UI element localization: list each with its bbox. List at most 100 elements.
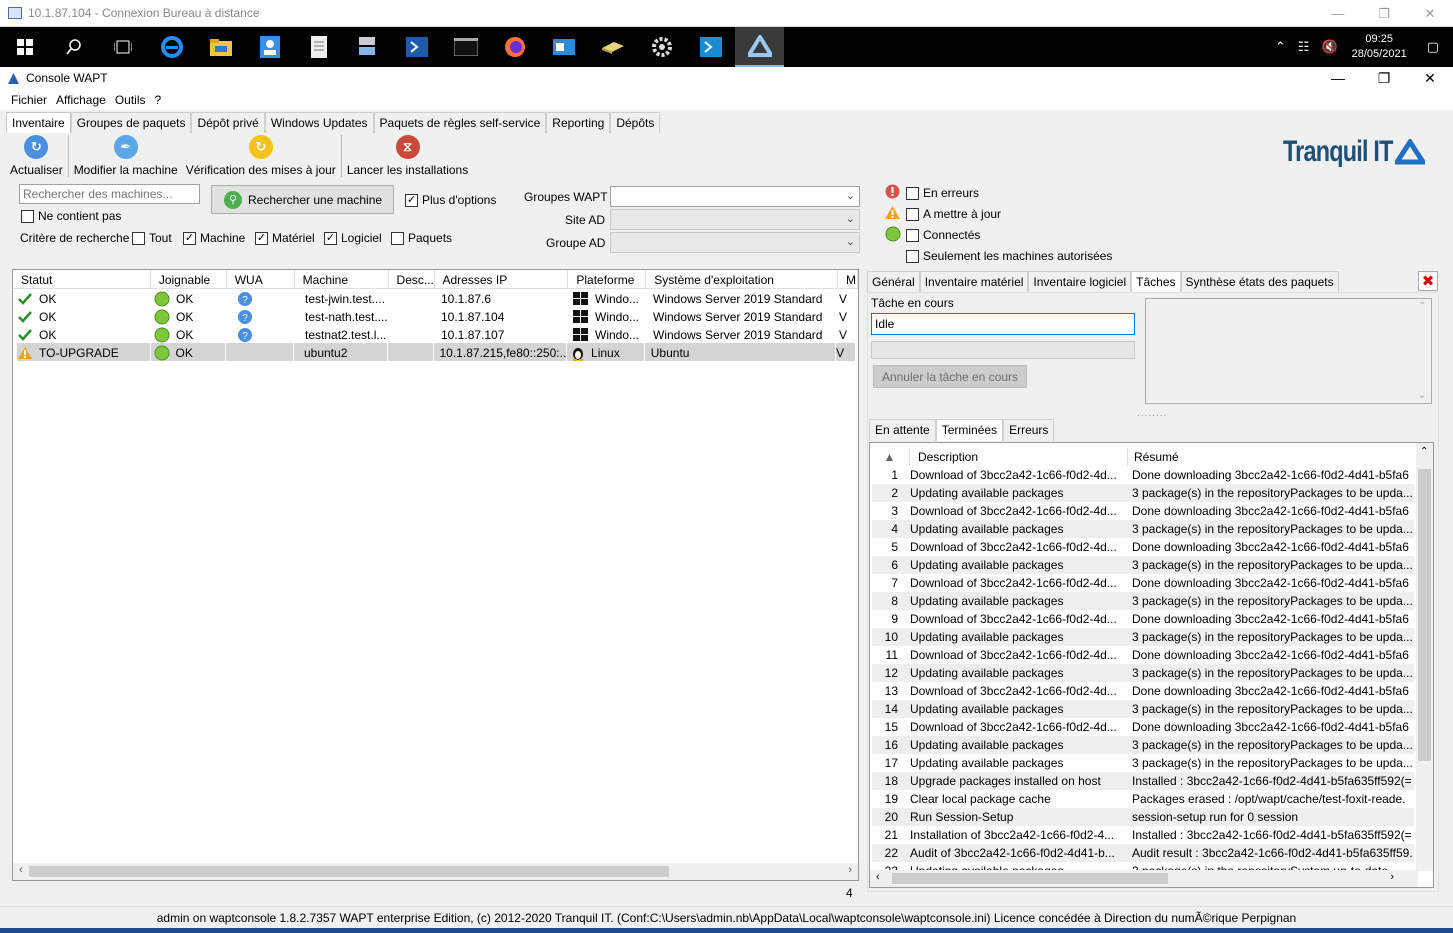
tab-groupes-de-paquets[interactable]: Groupes de paquets	[70, 112, 192, 133]
group-ad-combo[interactable]: ⌄	[610, 232, 860, 253]
scrollbar-thumb[interactable]	[29, 866, 669, 877]
task-row[interactable]: 13 Download of 3bcc2a42-1c66-f0d2-4d... Do…	[872, 682, 1414, 700]
search-icon[interactable]	[49, 27, 98, 67]
firefox-icon[interactable]	[490, 27, 539, 67]
file-explorer-icon[interactable]	[196, 27, 245, 67]
chevron-left-icon[interactable]: ‹	[876, 871, 880, 883]
tab-self-service[interactable]: Paquets de règles self-service	[373, 112, 547, 133]
command-prompt-icon[interactable]	[441, 27, 490, 67]
tab-done[interactable]: Terminées	[935, 419, 1004, 441]
search-machine-button[interactable]: ⚲ Rechercher une machine	[211, 185, 394, 214]
site-ad-combo[interactable]: ⌄	[610, 209, 860, 230]
authorized-only-checkbox[interactable]: Seulement les machines autorisées	[906, 249, 1112, 263]
table-row[interactable]: OK OK ? testnat2.test.l... 10.1.87.107 W…	[17, 325, 858, 343]
start-button[interactable]	[0, 27, 49, 67]
tab-errors[interactable]: Erreurs	[1003, 419, 1055, 441]
to-update-checkbox[interactable]: A mettre à jour	[906, 207, 1001, 221]
criteria-packages-checkbox[interactable]: Paquets	[391, 231, 452, 245]
more-options-checkbox[interactable]: ✓ Plus d'options	[405, 193, 496, 207]
task-row[interactable]: 17 Updating available packages 3 package(s…	[872, 754, 1414, 772]
task-row[interactable]: 7 Download of 3bcc2a42-1c66-f0d2-4d... Don…	[872, 574, 1414, 592]
groups-wapt-combo[interactable]: ⌄	[610, 186, 860, 207]
tasks-vertical-scrollbar[interactable]: ⌃	[1416, 443, 1433, 871]
task-log-memo[interactable]: ⌃ ⌄	[1145, 298, 1432, 404]
notepad-icon[interactable]	[294, 27, 343, 67]
sort-up-icon[interactable]: ▲	[870, 448, 910, 466]
task-row[interactable]: 12 Updating available packages 3 package(s…	[872, 664, 1414, 682]
check-updates-button[interactable]: ↻ Vérification des mises à jour	[182, 133, 340, 179]
task-row[interactable]: 3 Download of 3bcc2a42-1c66-f0d2-4d... Don…	[872, 502, 1414, 520]
tab-inventaire[interactable]: Inventaire	[6, 112, 71, 133]
chevron-up-icon[interactable]: ⌃	[1420, 446, 1428, 457]
task-row[interactable]: 9 Download of 3bcc2a42-1c66-f0d2-4d... Don…	[872, 610, 1414, 628]
col-machine[interactable]: Machine	[295, 270, 389, 289]
task-row[interactable]: 20 Run Session-Setup session-setup run for…	[872, 808, 1414, 826]
memo-scrollbar[interactable]: ⌃ ⌄	[1414, 299, 1431, 403]
tasks-horizontal-scrollbar[interactable]: ‹ ›	[870, 870, 1418, 887]
task-row[interactable]: 11 Download of 3bcc2a42-1c66-f0d2-4d... Do…	[872, 646, 1414, 664]
chevron-right-icon[interactable]: ›	[848, 864, 852, 876]
close-panel-icon[interactable]: ✖	[1418, 271, 1438, 291]
col-platform[interactable]: Plateforme	[568, 270, 647, 289]
tab-pending[interactable]: En attente	[869, 419, 936, 441]
tab-reporting[interactable]: Reporting	[546, 112, 611, 133]
maximize-button[interactable]: ❐	[1361, 67, 1407, 89]
col-reachable[interactable]: Joignable	[151, 270, 227, 289]
menu-affichage[interactable]: Affichage	[54, 93, 113, 107]
task-row[interactable]: 6 Updating available packages 3 package(s)…	[872, 556, 1414, 574]
criteria-hardware-checkbox[interactable]: ✓ Matériel	[255, 231, 315, 245]
powershell-ise-icon[interactable]	[686, 27, 735, 67]
package-icon[interactable]	[588, 27, 637, 67]
menu-fichier[interactable]: Fichier	[0, 93, 54, 107]
tab-depots[interactable]: Dépôts	[610, 112, 661, 133]
chevron-right-icon[interactable]: ›	[1390, 871, 1394, 883]
tab-software-inventory[interactable]: Inventaire logiciel	[1028, 271, 1132, 292]
refresh-button[interactable]: ↻ Actualiser	[6, 133, 67, 179]
tab-hardware-inventory[interactable]: Inventaire matériel	[919, 271, 1029, 292]
current-task-field[interactable]: Idle	[871, 313, 1135, 335]
splitter-grip[interactable]: ........	[1137, 408, 1167, 419]
chevron-left-icon[interactable]: ‹	[19, 864, 23, 876]
not-contains-checkbox[interactable]: Ne contient pas	[21, 209, 121, 223]
task-row[interactable]: 18 Upgrade packages installed on host Inst…	[872, 772, 1414, 790]
table-row[interactable]: OK OK ? test-jwin.test.... 10.1.87.6 Win…	[17, 289, 858, 307]
task-row[interactable]: 8 Updating available packages 3 package(s)…	[872, 592, 1414, 610]
col-description[interactable]: Desc...	[389, 270, 435, 289]
task-row[interactable]: 14 Updating available packages 3 package(s…	[872, 700, 1414, 718]
panel-splitter[interactable]	[861, 268, 864, 886]
task-row[interactable]: 4 Updating available packages 3 package(s)…	[872, 520, 1414, 538]
col-m[interactable]: M	[838, 270, 858, 289]
rdp-restore-button[interactable]: ❐	[1361, 0, 1407, 27]
settings-gear-icon[interactable]	[637, 27, 686, 67]
errors-checkbox[interactable]: En erreurs	[906, 186, 979, 200]
col-ip[interactable]: Adresses IP	[435, 270, 569, 289]
task-row[interactable]: 16 Updating available packages 3 package(s…	[872, 736, 1414, 754]
task-row[interactable]: 22 Audit of 3bcc2a42-1c66-f0d2-4d41-b... A…	[872, 844, 1414, 862]
chevron-up-icon[interactable]: ⌃	[1418, 301, 1426, 312]
task-row[interactable]: 15 Download of 3bcc2a42-1c66-f0d2-4d... Do…	[872, 718, 1414, 736]
tab-general[interactable]: Général	[867, 271, 920, 292]
edit-machine-button[interactable]: ✒ Modifier la machine	[70, 133, 182, 179]
criteria-software-checkbox[interactable]: ✓ Logiciel	[324, 231, 382, 245]
tab-windows-updates[interactable]: Windows Updates	[264, 112, 374, 133]
col-description[interactable]: Description	[910, 448, 1128, 466]
clock[interactable]: 09:25 28/05/2021	[1352, 32, 1407, 62]
menu-outils[interactable]: Outils	[113, 93, 153, 107]
task-row[interactable]: 5 Download of 3bcc2a42-1c66-f0d2-4d... Don…	[872, 538, 1414, 556]
col-os[interactable]: Système d'exploitation	[646, 270, 839, 289]
control-panel-icon[interactable]	[539, 27, 588, 67]
criteria-all-checkbox[interactable]: Tout	[132, 231, 172, 245]
col-summary[interactable]: Résumé	[1128, 448, 1418, 466]
search-input[interactable]	[19, 184, 200, 204]
menu-help[interactable]: ?	[153, 93, 169, 107]
launch-install-button[interactable]: ⧖ Lancer les installations	[343, 133, 472, 179]
cancel-task-button[interactable]: Annuler la tâche en cours	[873, 365, 1027, 388]
table-row[interactable]: OK OK ? test-nath.test.... 10.1.87.104 W…	[17, 307, 858, 325]
scrollbar-thumb[interactable]	[892, 873, 1168, 884]
task-row[interactable]: 1 Download of 3bcc2a42-1c66-f0d2-4d... Don…	[872, 466, 1414, 484]
task-row[interactable]: 10 Updating available packages 3 package(s…	[872, 628, 1414, 646]
scrollbar-thumb[interactable]	[1418, 469, 1431, 761]
tab-depot-prive[interactable]: Dépôt privé	[191, 112, 265, 133]
tab-tasks[interactable]: Tâches	[1131, 271, 1181, 292]
close-button[interactable]: ✕	[1407, 67, 1453, 89]
